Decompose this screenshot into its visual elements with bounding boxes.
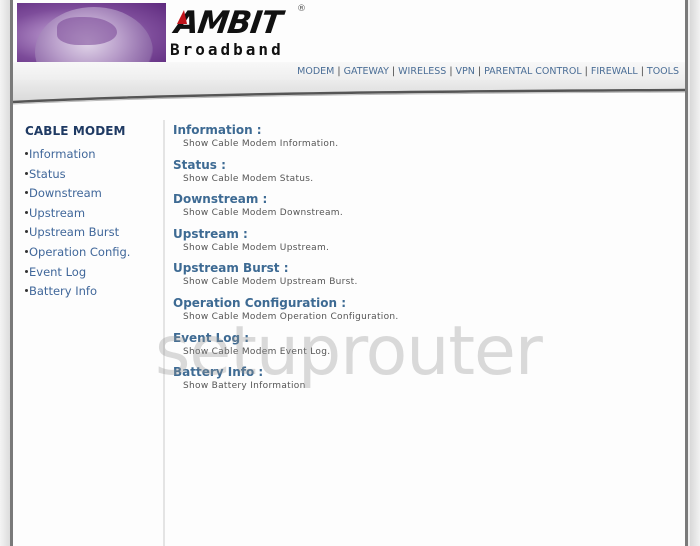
nav-separator: | bbox=[640, 66, 644, 77]
entry-title[interactable]: Event Log : bbox=[173, 331, 673, 346]
entry-description: Show Cable Modem Status. bbox=[183, 173, 314, 184]
entry-information: Information : Show Cable Modem Informati… bbox=[173, 123, 673, 158]
entry-title[interactable]: Operation Configuration : bbox=[173, 296, 673, 311]
ambit-logo: AMBIT ® Broadband bbox=[170, 4, 313, 62]
entry-description: Show Cable Modem Event Log. bbox=[183, 346, 331, 357]
sidebar-divider bbox=[163, 120, 165, 546]
entry-battery-info: Battery Info : Show Battery Information bbox=[173, 365, 673, 400]
nav-separator: | bbox=[584, 66, 588, 77]
nav-parental-control[interactable]: PARENTAL CONTROL bbox=[484, 66, 582, 77]
sidebar-item-label: Battery Info bbox=[29, 284, 97, 299]
entry-event-log: Event Log : Show Cable Modem Event Log. bbox=[173, 331, 673, 366]
nav-gateway[interactable]: GATEWAY bbox=[344, 66, 389, 77]
top-nav: MODEM | GATEWAY | WIRELESS | VPN | PARENTAL CONT… bbox=[13, 62, 685, 82]
window-border-right bbox=[690, 0, 700, 546]
bullet-icon bbox=[25, 171, 28, 175]
entry-description: Show Battery Information bbox=[183, 381, 306, 392]
logo-red-flag-icon bbox=[177, 10, 187, 24]
entry-title[interactable]: Upstream Burst : bbox=[173, 261, 673, 276]
bullet-icon bbox=[25, 289, 28, 293]
entry-title[interactable]: Status : bbox=[173, 158, 673, 173]
entry-downstream: Downstream : Show Cable Modem Downstream… bbox=[173, 192, 673, 227]
entry-operation-configuration: Operation Configuration : Show Cable Mod… bbox=[173, 296, 673, 331]
entry-title[interactable]: Information : bbox=[173, 123, 673, 138]
entry-title[interactable]: Upstream : bbox=[173, 227, 673, 242]
sidebar-item-label: Event Log bbox=[29, 264, 87, 279]
entry-description: Show Cable Modem Information. bbox=[183, 139, 339, 149]
entry-description: Show Cable Modem Downstream. bbox=[183, 208, 344, 219]
sidebar-item-information[interactable]: Information bbox=[25, 145, 161, 165]
nav-separator: | bbox=[337, 66, 341, 77]
sidebar-item-upstream[interactable]: Upstream bbox=[25, 204, 161, 224]
main-content: Information : Show Cable Modem Informati… bbox=[173, 123, 673, 400]
sidebar-item-label: Operation Config. bbox=[29, 244, 131, 259]
sidebar-item-label: Downstream bbox=[29, 186, 102, 201]
sidebar-item-battery-info[interactable]: Battery Info bbox=[25, 282, 161, 302]
bullet-icon bbox=[25, 249, 28, 253]
logo-wordmark: AMBIT bbox=[172, 5, 284, 41]
entry-upstream-burst: Upstream Burst : Show Cable Modem Upstre… bbox=[173, 261, 673, 296]
registered-mark: ® bbox=[297, 4, 306, 14]
entry-description: Show Cable Modem Upstream. bbox=[183, 242, 330, 253]
header-swoosh-divider bbox=[13, 80, 685, 106]
sidebar: CABLE MODEM Information Status Downstrea… bbox=[25, 124, 161, 302]
sidebar-item-label: Upstream bbox=[29, 205, 86, 220]
bullet-icon bbox=[25, 230, 28, 234]
sidebar-item-operation-config[interactable]: Operation Config. bbox=[25, 243, 161, 263]
nav-vpn[interactable]: VPN bbox=[456, 66, 475, 77]
sidebar-item-downstream[interactable]: Downstream bbox=[25, 184, 161, 204]
window-border-left bbox=[0, 0, 10, 546]
nav-modem[interactable]: MODEM bbox=[297, 66, 334, 77]
nav-firewall[interactable]: FIREWALL bbox=[591, 66, 638, 77]
sidebar-item-event-log[interactable]: Event Log bbox=[25, 263, 161, 283]
entry-upstream: Upstream : Show Cable Modem Upstream. bbox=[173, 227, 673, 262]
bullet-icon bbox=[25, 152, 28, 155]
entry-description: Show Cable Modem Operation Configuration… bbox=[183, 311, 399, 322]
entry-title[interactable]: Battery Info : bbox=[173, 365, 673, 380]
sidebar-title: CABLE MODEM bbox=[25, 124, 126, 138]
sidebar-item-label: Information bbox=[29, 147, 96, 161]
sidebar-item-label: Upstream Burst bbox=[29, 225, 120, 240]
header: AMBIT ® Broadband MODEM | GATEWAY | WIRELESS… bbox=[13, 0, 685, 110]
entry-description: Show Cable Modem Upstream Burst. bbox=[183, 277, 358, 288]
logo-tagline: Broadband bbox=[170, 40, 284, 59]
nav-wireless[interactable]: WIRELESS bbox=[398, 66, 446, 77]
sidebar-item-label: Status bbox=[29, 166, 66, 181]
bullet-icon bbox=[25, 269, 28, 273]
nav-tools[interactable]: TOOLS bbox=[647, 66, 679, 77]
sidebar-item-status[interactable]: Status bbox=[25, 165, 161, 185]
entry-title[interactable]: Downstream : bbox=[173, 192, 673, 207]
sidebar-item-upstream-burst[interactable]: Upstream Burst bbox=[25, 223, 161, 243]
entry-status: Status : Show Cable Modem Status. bbox=[173, 158, 673, 193]
bullet-icon bbox=[25, 191, 28, 195]
nav-separator: | bbox=[477, 66, 482, 77]
globe-banner-image bbox=[17, 3, 166, 63]
nav-separator: | bbox=[449, 66, 453, 77]
bullet-icon bbox=[25, 210, 28, 214]
nav-separator: | bbox=[391, 66, 396, 77]
